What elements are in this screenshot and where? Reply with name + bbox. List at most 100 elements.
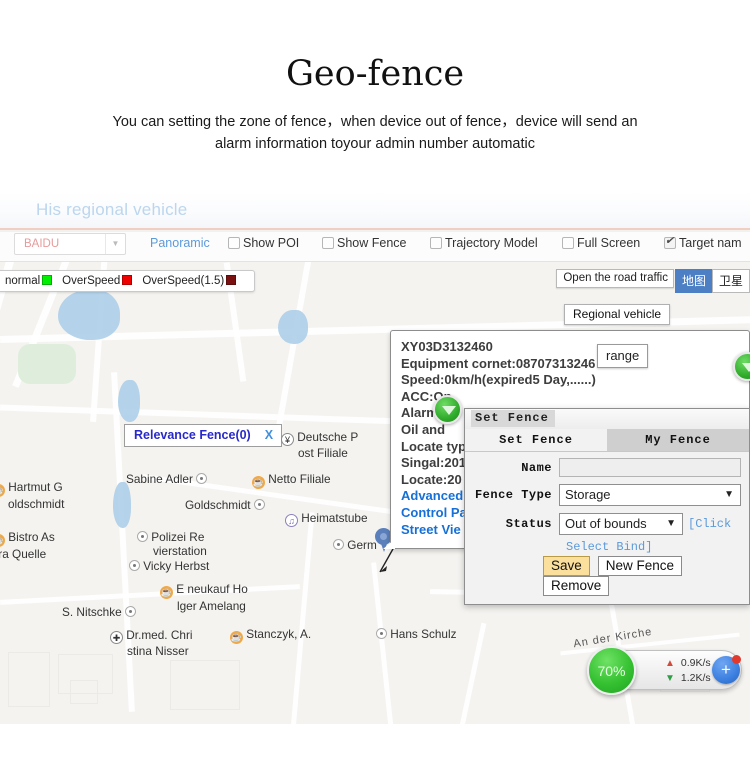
chevron-down-icon: ▼ (105, 234, 125, 254)
checkbox-show-poi[interactable]: Show POI (228, 236, 299, 250)
map-type-weixing[interactable]: 卫星 (711, 269, 750, 293)
checkbox-checked-icon (664, 234, 676, 249)
info-line: Speed:0km/h(expired5 Day,......) (401, 372, 596, 388)
vehicle-marker-green[interactable] (433, 395, 462, 424)
poi-text: Bistro As (8, 530, 55, 544)
map-poi-label[interactable]: Polizei Re vierstation (137, 530, 207, 558)
poi-text-2: stina Nisser (127, 644, 189, 658)
tab-set-fence[interactable]: Set Fence (465, 429, 607, 451)
poi-dot-icon (137, 531, 148, 542)
checkbox-trajectory-model[interactable]: Trajectory Model (430, 236, 538, 250)
poi-text-2: ost Filiale (298, 446, 348, 460)
panoramic-link[interactable]: Panoramic (150, 236, 210, 250)
add-button[interactable]: + (712, 655, 741, 684)
map-poi-label[interactable]: Germ (333, 539, 377, 552)
click-select-bind-link-part1[interactable]: [Click (688, 517, 731, 531)
poi-text: E neukauf Ho (176, 582, 248, 596)
status-select[interactable]: Out of bounds ▼ (559, 513, 683, 535)
cup-icon: ☕ (230, 631, 243, 644)
map-provider-select[interactable]: BAIDU ▼ (14, 233, 126, 255)
map-poi-label[interactable]: ☕ E neukauf Ho lger Amelang (160, 582, 248, 613)
range-button[interactable]: range (597, 344, 649, 368)
checkbox-target-name[interactable]: Target nam (664, 234, 742, 250)
network-speed-widget: 70% ▲ 0.9K/s ▼ 1.2K/s + (587, 646, 742, 695)
map-poi-label[interactable]: S. Nitschke (62, 606, 136, 619)
music-icon: ♫ (285, 514, 298, 527)
set-fence-dialog: Set Fence Set Fence My Fence Name Fence … (464, 408, 750, 605)
status-value: Out of bounds (565, 516, 647, 531)
poi-dot-icon (196, 473, 208, 484)
map-poi-label[interactable]: Hans Schulz (376, 628, 457, 641)
poi-dot-icon (253, 499, 265, 510)
remove-button[interactable]: Remove (543, 576, 610, 596)
poi-text-2: tra Quelle (0, 547, 47, 561)
dialog-body: Name Fence Type Storage ▼ Status Out of … (465, 452, 749, 604)
download-rate: ▼ 1.2K/s (665, 672, 711, 684)
status-label: Status (505, 517, 552, 531)
poi-text: Hans Schulz (390, 627, 457, 641)
map-canvas[interactable]: normal OverSpeed OverSpeed(1.5) Open the r… (0, 262, 750, 724)
checkbox-full-screen[interactable]: Full Screen (562, 236, 640, 250)
poi-text: Heimatstube (301, 511, 368, 525)
info-line: Equipment cornet:08707313246 (401, 355, 596, 371)
percent-gauge[interactable]: 70% (587, 646, 636, 695)
close-icon[interactable]: X (265, 428, 273, 442)
map-water (113, 482, 131, 528)
checkbox-show-fence[interactable]: Show Fence (322, 236, 406, 250)
map-road (371, 562, 394, 724)
cup-icon: ☕ (160, 586, 173, 599)
relevance-fence-box[interactable]: Relevance Fence(0) X (124, 424, 283, 447)
cup-icon: ☕ (252, 476, 265, 489)
legend-swatch-normal (42, 275, 53, 285)
legend-label-overspeed15: OverSpeed(1.5) (142, 275, 225, 287)
checkbox-label: Trajectory Model (445, 236, 538, 250)
cup-icon: ☕ (0, 484, 5, 497)
map-poi-label[interactable]: Vicky Herbst (129, 560, 209, 573)
checkbox-label: Show POI (243, 236, 300, 250)
map-poi-label[interactable]: Sabine Adler (126, 473, 208, 486)
intro-section: Geo-fence You can setting the zone of fe… (0, 0, 750, 155)
map-poi-label[interactable]: ♫ Heimatstube (285, 512, 368, 527)
map-poi-label[interactable]: ☕ Hartmut G oldschmidt (0, 480, 64, 511)
map-block (8, 652, 50, 707)
open-road-traffic-button[interactable]: Open the road traffic (556, 269, 674, 288)
app-header: His regional vehicle (0, 192, 750, 230)
checkbox-box-icon (228, 237, 240, 249)
map-water (278, 310, 308, 344)
click-select-bind-link-part2[interactable]: Select Bind] (566, 540, 741, 554)
map-poi-label[interactable]: ✚ Dr.med. Chri stina Nisser (110, 628, 193, 658)
poi-dot-icon (376, 628, 387, 639)
poi-text: Stanczyk, A. (246, 627, 312, 641)
name-input[interactable] (559, 458, 741, 477)
new-fence-button[interactable]: New Fence (597, 556, 683, 576)
poi-text-2: oldschmidt (8, 497, 65, 511)
fence-type-value: Storage (565, 487, 611, 502)
map-poi-label[interactable]: Goldschmidt (185, 499, 265, 512)
legend-label-overspeed: OverSpeed (62, 275, 121, 287)
map-toolbar: BAIDU ▼ Panoramic Show POI Show Fence Tr… (0, 232, 750, 262)
map-type-switcher: 地图 卫星 (674, 269, 750, 293)
map-poi-label[interactable]: ☕ Netto Filiale (252, 473, 331, 489)
tab-my-fence[interactable]: My Fence (607, 429, 749, 451)
poi-dot-icon (129, 560, 140, 571)
save-button[interactable]: Save (543, 556, 590, 576)
map-poi-label[interactable]: ☕ Bistro As tra Quelle (0, 530, 55, 561)
poi-dot-icon (333, 539, 344, 550)
map-type-ditu[interactable]: 地图 (674, 269, 713, 293)
poi-text: Netto Filiale (268, 472, 331, 486)
form-row-status: Status Out of bounds ▼ [Click (473, 513, 741, 535)
map-poi-label[interactable]: ☕ Stanczyk, A. (230, 628, 311, 644)
poi-text-2: vierstation (153, 544, 207, 558)
poi-text-2: lger Amelang (177, 599, 246, 613)
poi-text: Hartmut G (8, 480, 63, 494)
fence-type-select[interactable]: Storage ▼ (559, 484, 741, 506)
dialog-tabs: Set Fence My Fence (465, 429, 749, 452)
legend-swatch-overspeed15 (226, 275, 237, 285)
map-road (0, 584, 300, 605)
poi-text: Polizei Re (151, 530, 205, 544)
dialog-button-row: Save New FenceRemove (543, 556, 741, 596)
relevance-fence-label: Relevance Fence(0) (134, 428, 251, 442)
map-poi-label[interactable]: ¥ Deutsche P ost Filiale (281, 430, 358, 460)
form-row-name: Name (473, 458, 741, 477)
poi-text: Goldschmidt (185, 498, 251, 512)
